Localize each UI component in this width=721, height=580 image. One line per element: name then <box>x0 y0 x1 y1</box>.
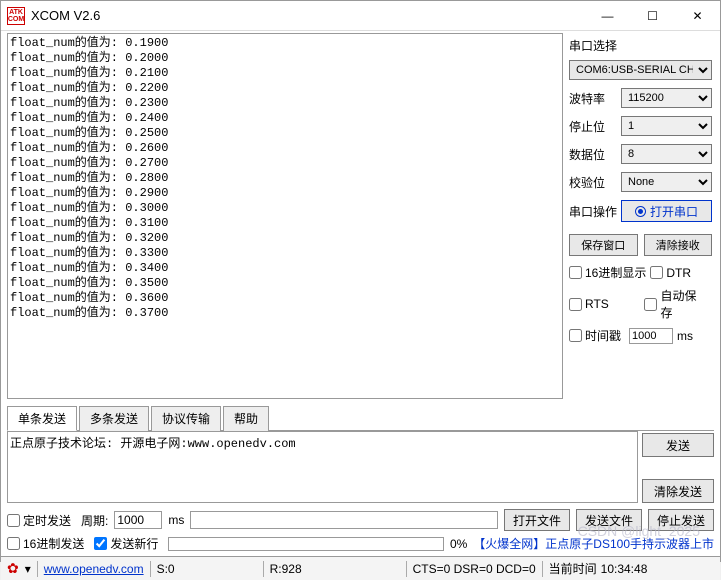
output-line: float_num的值为: 0.2100 <box>10 66 560 81</box>
timestamp-interval-input[interactable] <box>629 328 673 344</box>
send-newline-checkbox[interactable]: 发送新行 <box>94 535 158 552</box>
parity-select[interactable]: None <box>621 172 712 192</box>
baud-select[interactable]: 115200 <box>621 88 712 108</box>
period-input[interactable] <box>114 511 162 529</box>
port-status-icon <box>635 206 646 217</box>
period-label: 周期: <box>81 512 108 529</box>
rts-checkbox[interactable]: RTS <box>569 287 640 321</box>
window-title: XCOM V2.6 <box>31 8 585 23</box>
period-ms-label: ms <box>168 513 184 527</box>
stopbit-select[interactable]: 1 <box>621 116 712 136</box>
output-line: float_num的值为: 0.3600 <box>10 291 560 306</box>
file-path-input[interactable] <box>190 511 498 529</box>
tab-help[interactable]: 帮助 <box>223 406 269 431</box>
close-button[interactable]: ✕ <box>675 2 720 30</box>
stopbit-label: 停止位 <box>569 118 617 135</box>
output-line: float_num的值为: 0.3300 <box>10 246 560 261</box>
output-line: float_num的值为: 0.3000 <box>10 201 560 216</box>
save-window-button[interactable]: 保存窗口 <box>569 234 638 256</box>
send-count: S:0 <box>157 562 257 576</box>
tab-single-send[interactable]: 单条发送 <box>7 406 77 431</box>
time-label: 当前时间 <box>549 560 597 577</box>
hex-send-checkbox[interactable]: 16进制发送 <box>7 535 84 552</box>
app-icon: ATKCOM <box>7 7 25 25</box>
timestamp-checkbox[interactable]: 时间戳 <box>569 327 621 344</box>
port-op-label: 串口操作 <box>569 203 617 220</box>
website-link[interactable]: www.openedv.com <box>44 562 144 576</box>
output-textarea[interactable]: float_num的值为: 0.1900float_num的值为: 0.2000… <box>7 33 563 399</box>
stop-send-button[interactable]: 停止发送 <box>648 509 714 531</box>
clear-send-button[interactable]: 清除发送 <box>642 479 714 503</box>
databit-label: 数据位 <box>569 146 617 163</box>
timed-send-checkbox[interactable]: 定时发送 <box>7 512 71 529</box>
hex-display-checkbox[interactable]: 16进制显示 <box>569 264 646 281</box>
send-button[interactable]: 发送 <box>642 433 714 457</box>
promo-link[interactable]: 【火爆全网】正点原子DS100手持示波器上市 <box>473 535 714 552</box>
output-line: float_num的值为: 0.3200 <box>10 231 560 246</box>
output-line: float_num的值为: 0.2300 <box>10 96 560 111</box>
output-line: float_num的值为: 0.3700 <box>10 306 560 321</box>
output-line: float_num的值为: 0.1900 <box>10 36 560 51</box>
current-time: 10:34:48 <box>601 562 648 576</box>
ms-label: ms <box>677 329 693 343</box>
progress-percent: 0% <box>450 537 467 551</box>
output-line: float_num的值为: 0.3400 <box>10 261 560 276</box>
parity-label: 校验位 <box>569 174 617 191</box>
open-port-button[interactable]: 打开串口 <box>621 200 712 222</box>
open-file-button[interactable]: 打开文件 <box>504 509 570 531</box>
output-line: float_num的值为: 0.2900 <box>10 186 560 201</box>
port-select[interactable]: COM6:USB-SERIAL CH340 <box>569 60 712 80</box>
output-line: float_num的值为: 0.2600 <box>10 141 560 156</box>
output-line: float_num的值为: 0.3100 <box>10 216 560 231</box>
tab-multi-send[interactable]: 多条发送 <box>79 406 149 431</box>
output-line: float_num的值为: 0.2700 <box>10 156 560 171</box>
output-line: float_num的值为: 0.2400 <box>10 111 560 126</box>
output-line: float_num的值为: 0.2200 <box>10 81 560 96</box>
output-line: float_num的值为: 0.3500 <box>10 276 560 291</box>
signal-status: CTS=0 DSR=0 DCD=0 <box>413 562 536 576</box>
port-section-title: 串口选择 <box>569 37 712 54</box>
baud-label: 波特率 <box>569 90 617 107</box>
dtr-checkbox[interactable]: DTR <box>650 264 691 281</box>
databit-select[interactable]: 8 <box>621 144 712 164</box>
output-line: float_num的值为: 0.2500 <box>10 126 560 141</box>
tab-protocol[interactable]: 协议传输 <box>151 406 221 431</box>
send-file-button[interactable]: 发送文件 <box>576 509 642 531</box>
send-textarea[interactable]: 正点原子技术论坛: 开源电子网:www.openedv.com <box>7 431 638 503</box>
maximize-button[interactable]: ☐ <box>630 2 675 30</box>
progress-bar <box>168 537 444 551</box>
autosave-checkbox[interactable]: 自动保存 <box>644 287 708 321</box>
minimize-button[interactable]: — <box>585 2 630 30</box>
output-line: float_num的值为: 0.2000 <box>10 51 560 66</box>
recv-count: R:928 <box>270 562 400 576</box>
clear-recv-button[interactable]: 清除接收 <box>644 234 713 256</box>
output-line: float_num的值为: 0.2800 <box>10 171 560 186</box>
gear-icon[interactable]: ✿ <box>7 560 19 577</box>
